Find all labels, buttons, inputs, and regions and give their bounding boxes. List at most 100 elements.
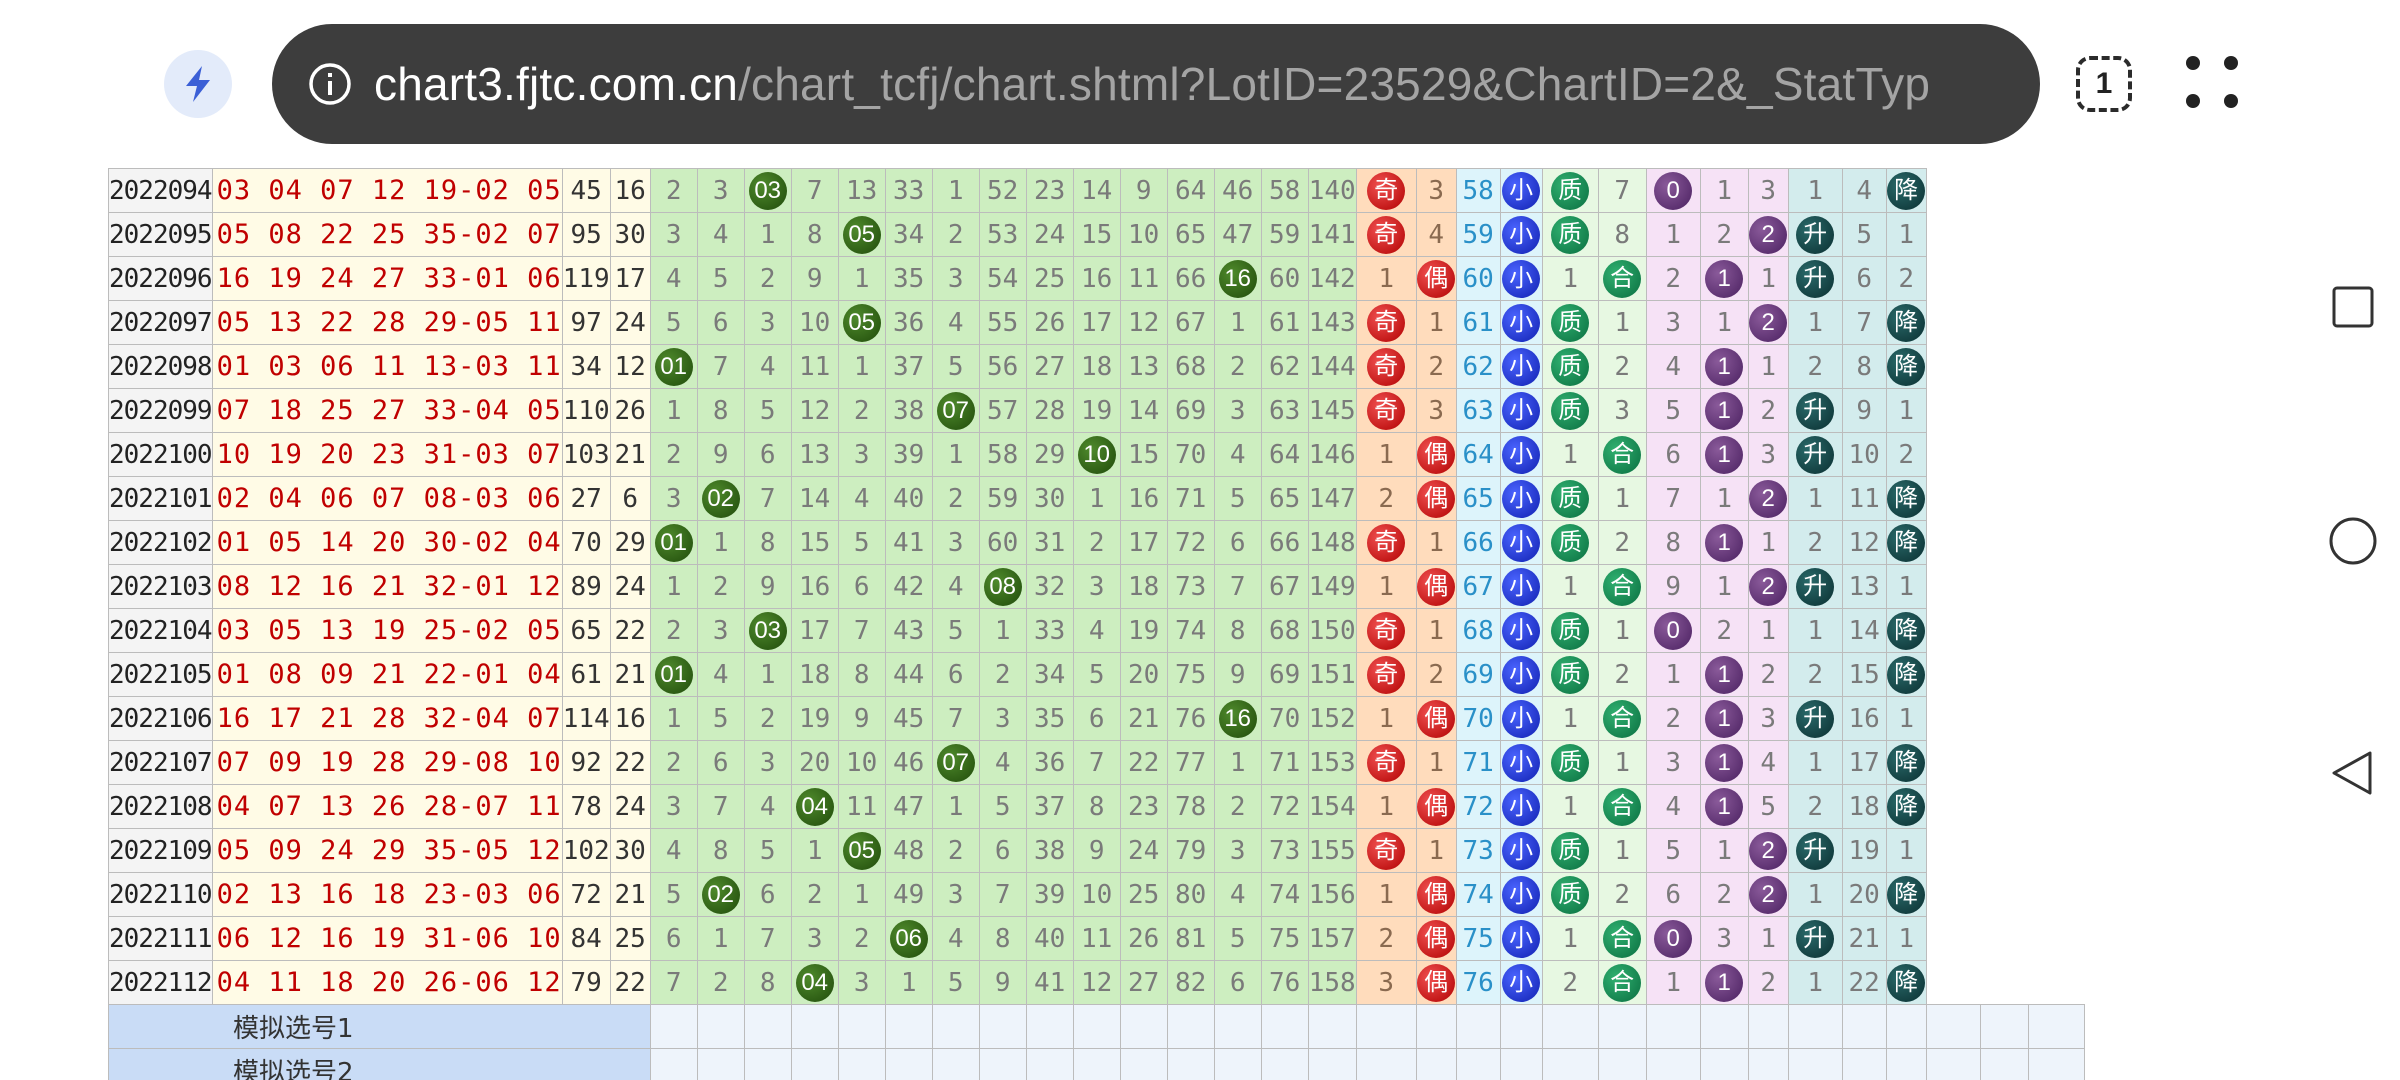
hit-cell: 小 — [1499, 256, 1543, 301]
simulate-cell[interactable] — [1307, 1004, 1357, 1049]
omission-cell: 6 — [743, 872, 792, 917]
span-cell: 21 — [609, 432, 651, 477]
simulate-cell[interactable] — [1072, 1004, 1121, 1049]
menu-dots-icon[interactable] — [2186, 56, 2242, 112]
simulate-cell[interactable] — [1747, 1048, 1789, 1080]
simulate-cell[interactable] — [743, 1048, 792, 1080]
simulate-cell[interactable] — [1645, 1004, 1701, 1049]
simulate-label: 模拟选号2 — [108, 1048, 651, 1080]
simulate-cell[interactable] — [1260, 1004, 1309, 1049]
simulate-cell[interactable] — [1307, 1048, 1357, 1080]
simulate-cell[interactable] — [1119, 1004, 1168, 1049]
simulate-cell[interactable] — [837, 1004, 886, 1049]
simulate-cell[interactable] — [1213, 1004, 1262, 1049]
url-text[interactable]: chart3.fjtc.com.cn/chart_tcfj/chart.shtm… — [374, 57, 1930, 111]
omission-cell: 42 — [884, 564, 933, 609]
omission-cell: 14 — [1841, 608, 1887, 653]
simulate-cell[interactable] — [931, 1004, 980, 1049]
simulate-cell[interactable] — [1455, 1004, 1501, 1049]
tab-switcher-icon[interactable]: 1 — [2076, 56, 2132, 112]
simulate-cell[interactable] — [1925, 1004, 1981, 1049]
address-bar[interactable]: chart3.fjtc.com.cn/chart_tcfj/chart.shtm… — [272, 24, 2040, 144]
simulate-cell[interactable] — [1787, 1048, 1843, 1080]
recent-apps-icon[interactable] — [2332, 286, 2374, 328]
simulate-cell[interactable] — [1885, 1048, 1927, 1080]
simulate-cell[interactable] — [1260, 1048, 1309, 1080]
hit-cell: 合 — [1597, 784, 1647, 829]
simulate-cell[interactable] — [1885, 1004, 1927, 1049]
simulate-row[interactable]: 模拟选号1 — [108, 1004, 2085, 1049]
simulate-cell[interactable] — [1415, 1048, 1457, 1080]
simulate-cell[interactable] — [1645, 1048, 1701, 1080]
system-nav-bar — [2300, 240, 2400, 840]
simulate-cell[interactable] — [1025, 1048, 1074, 1080]
simulate-cell[interactable] — [743, 1004, 792, 1049]
simulate-cell[interactable] — [1213, 1048, 1262, 1080]
simulate-cell[interactable] — [649, 1004, 698, 1049]
omission-cell: 19 — [1119, 608, 1168, 653]
omission-cell: 3 — [931, 872, 980, 917]
home-icon[interactable] — [2329, 517, 2377, 565]
simulate-cell[interactable] — [1499, 1048, 1543, 1080]
span-cell: 16 — [609, 696, 651, 741]
lightning-bolt-icon[interactable] — [164, 50, 232, 118]
omission-cell: 1 — [1787, 608, 1843, 653]
omission-cell: 1 — [1355, 784, 1417, 829]
omission-cell: 1 — [1787, 872, 1843, 917]
simulate-cell[interactable] — [1415, 1004, 1457, 1049]
hit-cell: 合 — [1597, 432, 1647, 477]
simulate-cell[interactable] — [1025, 1004, 1074, 1049]
simulate-cell[interactable] — [884, 1048, 933, 1080]
simulate-cell[interactable] — [1541, 1048, 1599, 1080]
simulate-cell[interactable] — [931, 1048, 980, 1080]
simulate-cell[interactable] — [1925, 1048, 1981, 1080]
info-circle-icon[interactable] — [308, 62, 352, 106]
simulate-cell[interactable] — [1166, 1048, 1215, 1080]
simulate-cell[interactable] — [1747, 1004, 1789, 1049]
simulate-cell[interactable] — [649, 1048, 698, 1080]
simulate-cell[interactable] — [1597, 1004, 1647, 1049]
omission-cell: 60 — [978, 520, 1027, 565]
simulate-cell[interactable] — [1119, 1048, 1168, 1080]
simulate-row[interactable]: 模拟选号2 — [108, 1048, 2085, 1080]
simulate-cell[interactable] — [1699, 1048, 1749, 1080]
simulate-cell[interactable] — [978, 1004, 1027, 1049]
omission-cell: 25 — [1025, 256, 1074, 301]
simulate-cell[interactable] — [1841, 1004, 1887, 1049]
back-icon[interactable] — [2332, 751, 2372, 795]
simulate-cell[interactable] — [1455, 1048, 1501, 1080]
simulate-cell[interactable] — [790, 1048, 839, 1080]
omission-cell: 4 — [1072, 608, 1121, 653]
sum-cell: 89 — [561, 564, 611, 609]
hit-cell: 升 — [1787, 916, 1843, 961]
draw-numbers-cell: 03 04 07 12 19-02 05 — [211, 168, 563, 213]
simulate-cell[interactable] — [1841, 1048, 1887, 1080]
simulate-cell[interactable] — [1355, 1048, 1417, 1080]
hit-ball: 02 — [701, 875, 740, 914]
hit-cell: 质 — [1541, 344, 1599, 389]
omission-cell: 150 — [1307, 608, 1357, 653]
simulate-cell[interactable] — [1597, 1048, 1647, 1080]
simulate-cell[interactable] — [1355, 1004, 1417, 1049]
simulate-cell[interactable] — [2027, 1004, 2085, 1049]
hit-cell: 降 — [1885, 300, 1927, 345]
simulate-cell[interactable] — [1787, 1004, 1843, 1049]
omission-cell: 2 — [1072, 520, 1121, 565]
omission-cell: 5 — [649, 300, 698, 345]
simulate-cell[interactable] — [1699, 1004, 1749, 1049]
simulate-cell[interactable] — [2027, 1048, 2085, 1080]
simulate-cell[interactable] — [1979, 1048, 2029, 1080]
simulate-cell[interactable] — [1541, 1004, 1599, 1049]
simulate-cell[interactable] — [1979, 1004, 2029, 1049]
simulate-cell[interactable] — [696, 1004, 745, 1049]
simulate-cell[interactable] — [1072, 1048, 1121, 1080]
omission-cell: 1 — [1355, 696, 1417, 741]
simulate-cell[interactable] — [696, 1048, 745, 1080]
simulate-cell[interactable] — [884, 1004, 933, 1049]
simulate-cell[interactable] — [1499, 1004, 1543, 1049]
omission-cell: 38 — [884, 388, 933, 433]
simulate-cell[interactable] — [837, 1048, 886, 1080]
simulate-cell[interactable] — [790, 1004, 839, 1049]
simulate-cell[interactable] — [1166, 1004, 1215, 1049]
simulate-cell[interactable] — [978, 1048, 1027, 1080]
